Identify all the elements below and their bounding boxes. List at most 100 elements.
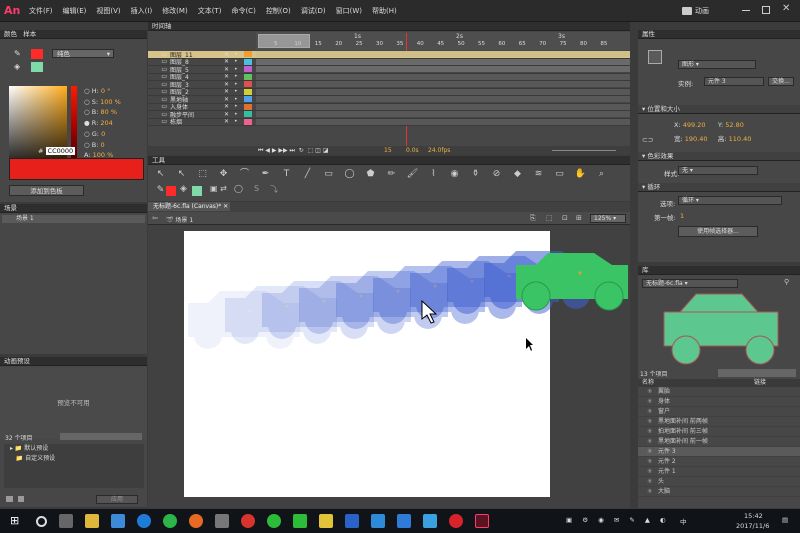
text-tool-icon[interactable]: T: [280, 168, 293, 181]
lock-icon[interactable]: •: [234, 118, 244, 125]
frame-picker-button[interactable]: 使用帧选择器...: [678, 226, 758, 237]
straighten-icon[interactable]: ⤵: [270, 184, 278, 195]
color-effect-header[interactable]: ▾ 色彩效果: [638, 152, 800, 161]
link-dimensions-icon[interactable]: ⊂⊃: [642, 136, 654, 144]
current-frame[interactable]: 15: [384, 147, 392, 154]
first-frame-value[interactable]: 1: [680, 212, 684, 220]
file-explorer-icon[interactable]: [85, 514, 99, 528]
menu-item[interactable]: 编辑(E): [60, 0, 90, 22]
polystar-icon[interactable]: ⬟: [364, 168, 377, 181]
outline-icon[interactable]: [244, 103, 252, 110]
library-item[interactable]: ⚛ 元件 1: [638, 467, 800, 477]
store-icon[interactable]: [111, 514, 125, 528]
start-icon[interactable]: ⊞: [10, 514, 24, 528]
layer-frames[interactable]: [256, 88, 630, 95]
instance-name[interactable]: 元件 3: [704, 77, 764, 86]
minimize-icon[interactable]: [742, 10, 750, 11]
layer-frames[interactable]: [256, 51, 630, 58]
layer-frames[interactable]: [256, 58, 630, 65]
preset-folder-default[interactable]: ▸ 📁 默认预设: [10, 444, 144, 454]
visibility-icon[interactable]: ✕: [224, 81, 234, 88]
library-item[interactable]: ⚛ 元件 2: [638, 457, 800, 467]
timeline-layer[interactable]: ▭ 栋烟 ✕ •: [148, 118, 630, 126]
visibility-icon[interactable]: ✕: [224, 58, 234, 65]
lock-icon[interactable]: •: [234, 51, 244, 58]
pin-library-icon[interactable]: ⚲: [784, 278, 789, 286]
firefox-icon[interactable]: [189, 514, 203, 528]
onion-skin-range[interactable]: [258, 34, 310, 48]
visibility-icon[interactable]: ✕: [224, 96, 234, 103]
outline-icon[interactable]: [244, 73, 252, 80]
settings-icon[interactable]: [215, 514, 229, 528]
ink-bottle-icon[interactable]: ⚱: [469, 168, 482, 181]
preset-folder-custom[interactable]: 📁 自定义预设: [10, 454, 144, 464]
play-controls[interactable]: ⏮ ◀ ▶ ▶▶ ⏭ ↻ ⬚ ◫ ◪: [258, 147, 328, 155]
layer-frames[interactable]: [256, 66, 630, 73]
menu-item[interactable]: 修改(M): [159, 0, 191, 22]
oval-tool-icon[interactable]: ◯: [343, 168, 356, 181]
fill-type-select[interactable]: 纯色 ▾: [52, 49, 114, 58]
timeline-zoom-slider[interactable]: [552, 150, 616, 151]
layer-frames[interactable]: [256, 103, 630, 110]
lock-icon[interactable]: •: [234, 81, 244, 88]
library-document-select[interactable]: 无标题-6c.fla ▾: [642, 279, 738, 288]
cloud-icon[interactable]: [423, 514, 437, 528]
stroke-color-icon[interactable]: ✎: [14, 49, 24, 59]
visibility-icon[interactable]: ✕: [224, 88, 234, 95]
zoom-tool-icon[interactable]: ⌕: [595, 168, 608, 181]
menu-item[interactable]: 文件(F): [26, 0, 56, 22]
camera-tool-icon[interactable]: ▭: [553, 168, 566, 181]
pen-tool-icon[interactable]: ✒: [259, 168, 272, 181]
task-view-icon[interactable]: [59, 514, 73, 528]
frame-rate[interactable]: 24.0fps: [428, 147, 450, 154]
library-item[interactable]: ⚛ 黑地面补间 前一帧: [638, 437, 800, 447]
visibility-icon[interactable]: ✕: [224, 111, 234, 118]
swap-colors-icon[interactable]: ▣ ⇄: [210, 184, 227, 193]
free-transform-icon[interactable]: ⬚: [196, 168, 209, 181]
library-item[interactable]: ⚛ 大脑: [638, 487, 800, 497]
fill-color-swatch[interactable]: [31, 62, 43, 72]
clip-content-icon[interactable]: ⊞: [576, 214, 582, 222]
pencil-tool-icon[interactable]: ✏: [385, 168, 398, 181]
style-select[interactable]: 无 ▾: [678, 166, 758, 175]
clock-date[interactable]: 2017/11/6: [736, 522, 769, 530]
snap-icon[interactable]: S: [254, 184, 259, 193]
symbol-type-select[interactable]: 图形 ▾: [678, 60, 756, 69]
outline-icon[interactable]: [244, 118, 252, 125]
library-search-input[interactable]: [718, 369, 796, 377]
loop-option-select[interactable]: 循环 ▾: [678, 196, 782, 205]
eraser-icon[interactable]: ◆: [511, 168, 524, 181]
browser-icon[interactable]: [163, 514, 177, 528]
cortana-icon[interactable]: [36, 515, 47, 527]
delete-preset-icon[interactable]: [18, 496, 24, 502]
record-icon[interactable]: [449, 514, 463, 528]
outline-icon[interactable]: [244, 111, 252, 118]
lock-icon[interactable]: •: [234, 103, 244, 110]
lock-icon[interactable]: •: [234, 111, 244, 118]
eyedropper-icon[interactable]: ⊘: [490, 168, 503, 181]
menu-item[interactable]: 文本(T): [195, 0, 225, 22]
visibility-icon[interactable]: ✕: [224, 51, 234, 58]
outline-icon[interactable]: [244, 88, 252, 95]
library-item[interactable]: ⚛ 身体: [638, 397, 800, 407]
stroke-swatch[interactable]: [166, 186, 176, 196]
height-value[interactable]: 110.40: [729, 135, 752, 143]
outline-icon[interactable]: [244, 58, 252, 65]
paint-bucket-icon[interactable]: ◉: [448, 168, 461, 181]
lock-icon[interactable]: •: [234, 96, 244, 103]
menu-item[interactable]: 控制(O): [263, 0, 294, 22]
layer-frames[interactable]: [256, 96, 630, 103]
rectangle-tool-icon[interactable]: ▭: [322, 168, 335, 181]
brush-tool-icon[interactable]: 🖌: [406, 168, 419, 181]
outline-icon[interactable]: [244, 81, 252, 88]
layer-frames[interactable]: [256, 81, 630, 88]
library-item[interactable]: ⚛ 黑地面补间 前两帧: [638, 417, 800, 427]
width-value[interactable]: 190.40: [685, 135, 708, 143]
timeline-ruler[interactable]: 1s 2s 3s 5101520253035404550556065707580…: [256, 32, 630, 50]
clock-time[interactable]: 15:42: [744, 512, 763, 520]
ime-indicator[interactable]: 中: [680, 516, 687, 526]
tray-icons[interactable]: ▣ ⚙ ◉ ✉ ✎ ▲ ◐: [566, 516, 670, 524]
visibility-icon[interactable]: ✕: [224, 118, 234, 125]
fill-bucket-icon[interactable]: ◈: [180, 184, 187, 194]
zoom-select[interactable]: 125% ▾: [590, 214, 626, 223]
